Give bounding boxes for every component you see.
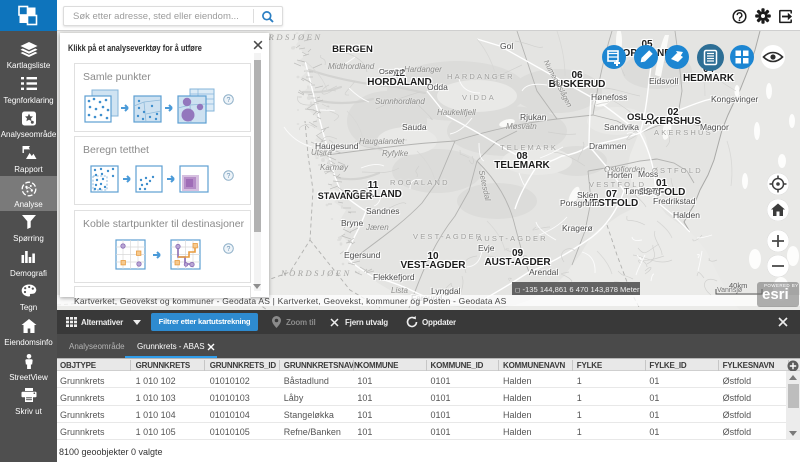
svg-text:?: ? bbox=[227, 246, 231, 253]
svg-text:?: ? bbox=[227, 173, 231, 180]
svg-text:?: ? bbox=[227, 97, 231, 104]
